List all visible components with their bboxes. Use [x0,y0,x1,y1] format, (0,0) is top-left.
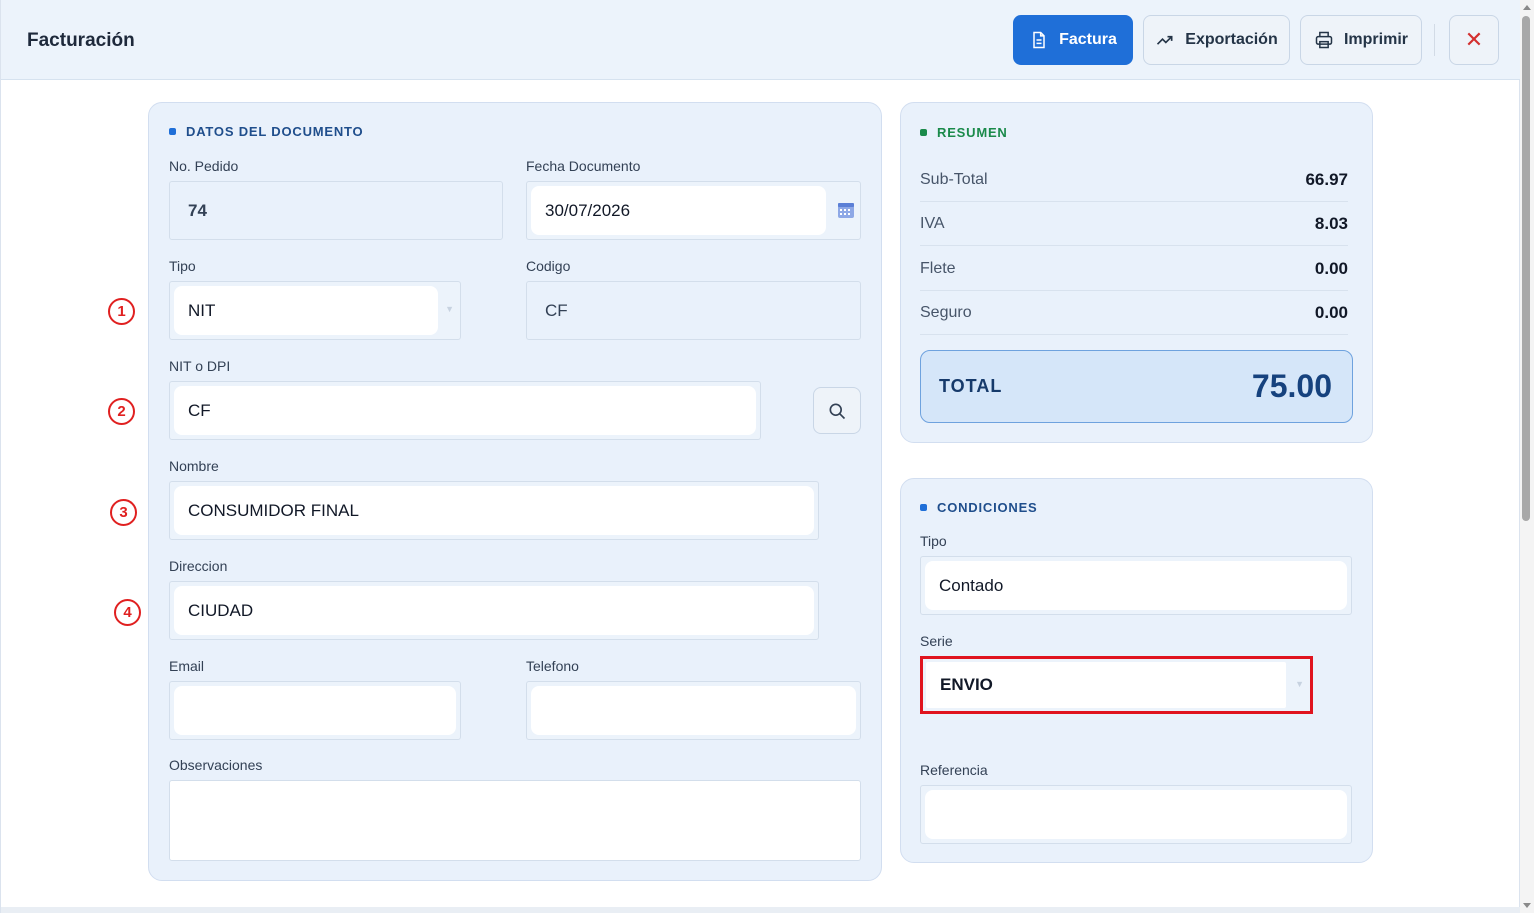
direccion-field[interactable]: CIUDAD [169,581,819,640]
resumen-row-subtotal: Sub-Total 66.97 [920,158,1348,202]
observaciones-field[interactable] [169,780,861,861]
tipo-select-value: NIT [174,286,438,335]
nombre-label: Nombre [169,458,219,474]
flete-value: 0.00 [1314,258,1348,278]
condiciones-tipo-label: Tipo [920,533,947,549]
calendar-icon[interactable] [836,200,856,220]
documento-section-title: DATOS DEL DOCUMENTO [169,124,363,139]
annotation-marker-3: 3 [110,499,137,526]
header-divider [1434,24,1435,56]
resumen-section-label: RESUMEN [937,125,1008,140]
close-button[interactable]: ✕ [1449,15,1499,65]
factura-button-label: Factura [1059,31,1117,48]
email-label: Email [169,658,205,674]
scroll-up-arrow-icon[interactable] [1522,3,1532,11]
annotation-marker-2: 2 [108,398,135,425]
imprimir-button-label: Imprimir [1343,31,1408,48]
iva-label: IVA [920,214,945,232]
telefono-label: Telefono [526,658,579,674]
iva-value: 8.03 [1314,213,1348,233]
search-nit-button[interactable] [813,387,861,434]
subtotal-label: Sub-Total [920,170,988,188]
annotation-marker-1: 1 [108,298,135,325]
resumen-section-title: RESUMEN [920,125,1008,140]
total-label: TOTAL [939,376,1003,396]
nit-label: NIT o DPI [169,358,231,374]
serie-select[interactable]: ENVIO ▼ [920,656,1313,714]
condiciones-section-label: CONDICIONES [937,500,1038,515]
referencia-field[interactable] [920,785,1352,844]
observaciones-label: Observaciones [169,757,263,773]
factura-button[interactable]: Factura [1013,15,1133,65]
codigo-label: Codigo [526,258,571,274]
serie-label: Serie [920,633,953,649]
scrollbar-thumb[interactable] [1522,16,1530,521]
resumen-row-flete: Flete 0.00 [920,247,1348,291]
chevron-down-icon: ▼ [1295,679,1304,689]
section-dot-icon [169,128,176,135]
documento-section-label: DATOS DEL DOCUMENTO [186,124,364,139]
tipo-select[interactable]: NIT ▼ [169,281,461,340]
flete-label: Flete [920,259,956,277]
page-title: Facturación [27,30,135,51]
tipo-label: Tipo [169,258,196,274]
email-field[interactable] [169,681,461,740]
direccion-input[interactable]: CIUDAD [174,586,814,635]
nombre-field[interactable]: CONSUMIDOR FINAL [169,481,819,540]
app-window: Facturación Factura Exportación Imprimir… [0,0,1521,913]
printer-icon [1315,31,1333,49]
telefono-input[interactable] [531,686,856,735]
resumen-row-iva: IVA 8.03 [920,202,1348,246]
exportacion-button[interactable]: Exportación [1143,15,1290,65]
seguro-value: 0.00 [1314,302,1348,322]
fecha-label: Fecha Documento [526,158,641,174]
telefono-field[interactable] [526,681,861,740]
condiciones-section-title: CONDICIONES [920,500,1038,515]
nit-field[interactable]: CF [169,381,761,440]
condiciones-tipo-field[interactable]: Contado [920,556,1352,615]
no-pedido-label: No. Pedido [169,158,239,174]
no-pedido-value: 74 [188,200,207,220]
trending-up-icon [1157,35,1173,45]
codigo-field: CF [526,281,861,340]
nombre-input[interactable]: CONSUMIDOR FINAL [174,486,814,535]
referencia-input[interactable] [925,790,1347,839]
section-dot-icon [920,504,927,511]
scroll-down-arrow-icon[interactable] [1522,902,1532,910]
direccion-label: Direccion [169,558,228,574]
fecha-input[interactable]: 30/07/2026 [531,186,826,235]
nit-input[interactable]: CF [174,386,756,435]
document-icon [1033,31,1045,49]
codigo-value: CF [545,300,568,320]
referencia-label: Referencia [920,762,988,778]
email-input[interactable] [174,686,456,735]
annotation-marker-4: 4 [114,599,141,626]
search-icon [829,403,846,419]
bottom-edge [1,907,1521,913]
close-icon: ✕ [1464,27,1484,52]
imprimir-button[interactable]: Imprimir [1300,15,1422,65]
no-pedido-field: 74 [169,181,503,240]
header-bar: Facturación Factura Exportación Imprimir… [1,0,1521,80]
total-value: 75.00 [1251,368,1332,404]
resumen-row-seguro: Seguro 0.00 [920,291,1348,335]
exportacion-button-label: Exportación [1185,31,1278,48]
section-dot-icon [920,129,927,136]
seguro-label: Seguro [920,303,972,321]
condiciones-tipo-value[interactable]: Contado [925,561,1347,610]
chevron-down-icon: ▼ [445,304,454,314]
total-box: TOTAL 75.00 [920,350,1353,423]
fecha-field[interactable]: 30/07/2026 [526,181,861,240]
serie-select-value: ENVIO [926,662,1286,708]
subtotal-value: 66.97 [1305,169,1348,189]
